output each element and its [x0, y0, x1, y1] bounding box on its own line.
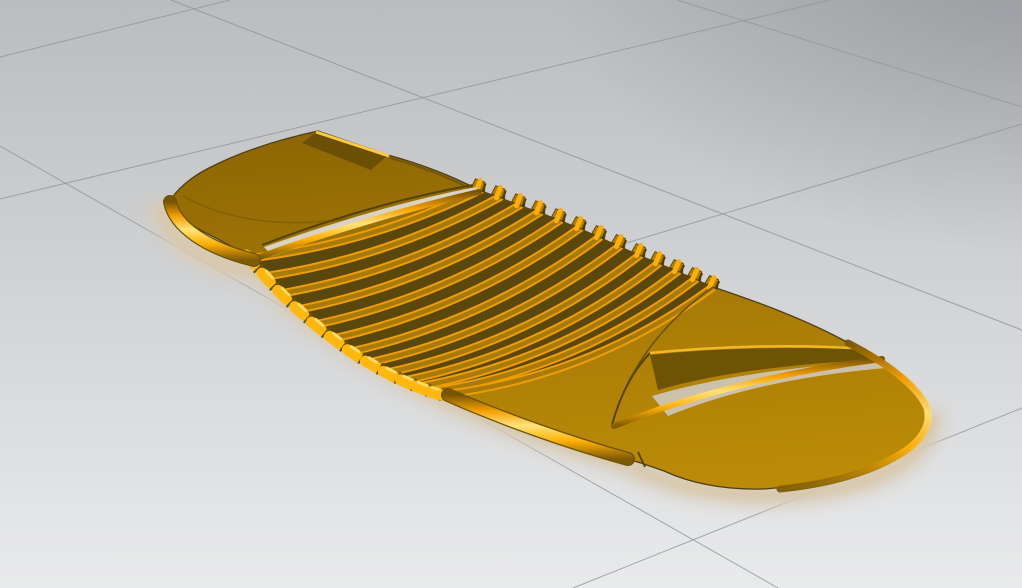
- edge-knuckle: [400, 380, 411, 385]
- cad-viewport[interactable]: [0, 0, 1022, 588]
- grid-line: [677, 0, 1022, 107]
- 3d-scene: [0, 0, 1022, 588]
- grid-line: [0, 0, 230, 57]
